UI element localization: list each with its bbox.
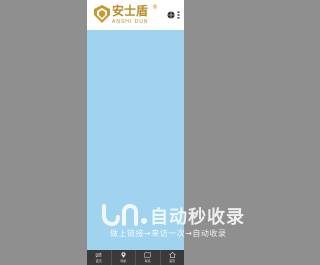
nav-label: 首页 (169, 259, 176, 263)
watermark-logo-icon (102, 204, 147, 226)
nav-item-contact[interactable]: 联系 (136, 250, 161, 265)
nav-item-navigation[interactable]: 导航 (112, 250, 136, 265)
watermark-overlay: 自动秒收录 做上链接→来访一次→自动收录 (100, 200, 255, 242)
nav-label: 联系 (144, 259, 151, 263)
nav-label: 首页 (95, 259, 102, 263)
site-header: 安士盾 ® ANSHI DUN (87, 0, 184, 30)
nav-item-house[interactable]: 首页 (161, 250, 185, 265)
house-icon (169, 252, 176, 258)
registered-mark: ® (152, 4, 158, 11)
menu-icon[interactable] (177, 11, 180, 19)
logo-subtitle: ANSHI DUN (112, 19, 149, 25)
map-icon (144, 252, 151, 258)
location-pin-icon (121, 252, 126, 258)
logo-title: 安士盾 (112, 4, 149, 18)
site-logo[interactable]: 安士盾 ® ANSHI DUN (92, 4, 158, 26)
watermark-title: 自动秒收录 (150, 207, 245, 228)
nav-label: 导航 (120, 259, 127, 263)
globe-icon[interactable] (167, 11, 175, 19)
home-exchange-icon (95, 252, 103, 258)
logo-shield-icon (94, 5, 110, 23)
bottom-nav: 首页 导航 联系 首页 (87, 250, 184, 265)
nav-item-home[interactable]: 首页 (87, 250, 112, 265)
watermark-subtitle: 做上链接→来访一次→自动收录 (110, 229, 227, 238)
